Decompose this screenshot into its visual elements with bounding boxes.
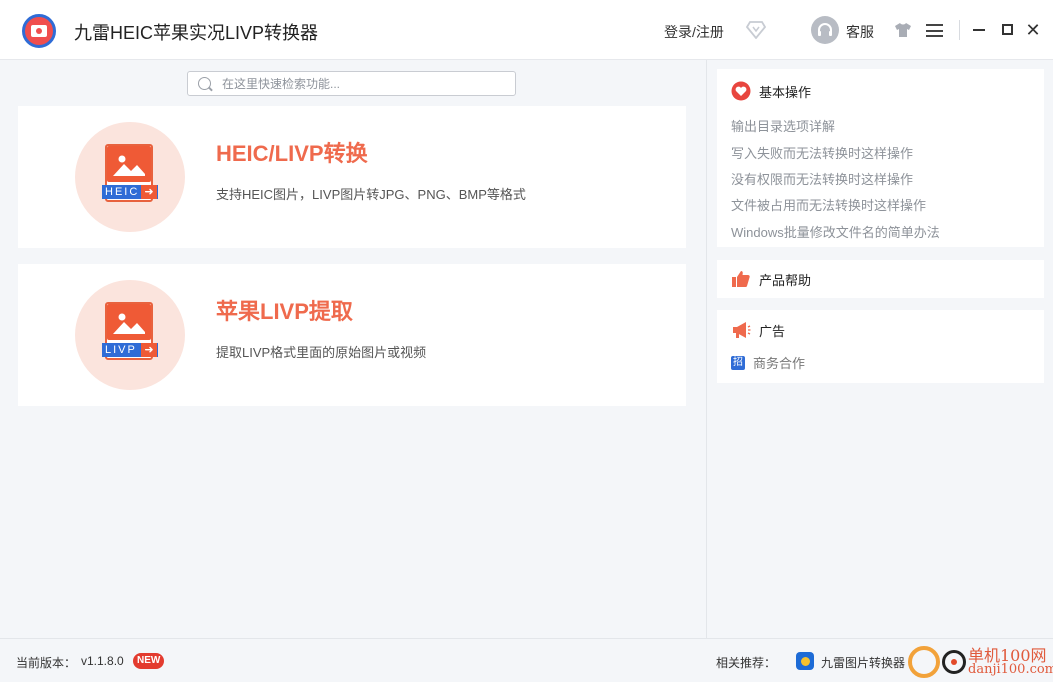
thumbs-up-icon (731, 269, 751, 289)
livp-extract-card[interactable]: LIVP ➜ 苹果LIVP提取 提取LIVP格式里面的原始图片或视频 (18, 264, 686, 406)
help-link[interactable]: 输出目录选项详解 (731, 116, 835, 135)
heart-icon (731, 81, 751, 101)
search-box[interactable] (187, 71, 516, 96)
card-title: 苹果LIVP提取 (216, 299, 353, 324)
recommend-label: 相关推荐： (716, 656, 777, 670)
search-icon (198, 77, 211, 90)
status-bar: 当前版本： v1.1.8.0 NEW 相关推荐： 九雷图片转换器 (0, 638, 1053, 682)
app-title: 九雷HEIC苹果实况LIVP转换器 (74, 23, 319, 43)
panel-title: 基本操作 (759, 84, 812, 100)
livp-extract-icon: LIVP ➜ (75, 280, 185, 390)
vip-diamond-icon[interactable] (745, 21, 767, 40)
help-link[interactable]: 写入失败而无法转换时这样操作 (731, 143, 913, 162)
login-register-link[interactable]: 登录/注册 (664, 22, 724, 42)
panel-title: 广告 (759, 323, 786, 339)
headset-icon[interactable] (811, 16, 839, 44)
recommend-link[interactable]: 九雷图片转换器 (821, 654, 905, 671)
panel-title: 产品帮助 (759, 272, 812, 288)
heic-convert-icon: HEIC ➜ (75, 122, 185, 232)
basic-operations-panel: 基本操作 输出目录选项详解 写入失败而无法转换时这样操作 没有权限而无法转换时这… (717, 69, 1044, 247)
panel-divider (706, 60, 707, 638)
card-description: 提取LIVP格式里面的原始图片或视频 (216, 345, 427, 360)
maximize-icon[interactable] (1002, 24, 1013, 35)
app-logo-icon (22, 14, 56, 48)
watermark: 单机100网 danji100.com (906, 640, 1053, 682)
titlebar-divider (959, 20, 960, 40)
card-title: HEIC/LIVP转换 (216, 141, 368, 166)
image-converter-app-icon[interactable] (796, 652, 814, 670)
customer-service-label[interactable]: 客服 (846, 22, 874, 42)
new-badge: NEW (133, 653, 165, 669)
help-link[interactable]: 没有权限而无法转换时这样操作 (731, 169, 913, 188)
menu-icon[interactable] (926, 24, 943, 37)
help-link[interactable]: Windows批量修改文件名的简单办法 (731, 222, 940, 241)
recruit-icon: 招 (731, 355, 745, 370)
ads-panel: 广告 招 商务合作 (717, 310, 1044, 383)
search-input[interactable] (222, 75, 507, 93)
title-bar: 九雷HEIC苹果实况LIVP转换器 登录/注册 客服 ✕ (0, 0, 1053, 60)
version-label: 当前版本： (16, 656, 77, 670)
version-value: v1.1.8.0 (81, 654, 124, 668)
product-help-panel[interactable]: 产品帮助 (717, 260, 1044, 298)
megaphone-icon (731, 320, 751, 340)
help-link[interactable]: 文件被占用而无法转换时这样操作 (731, 195, 926, 214)
business-cooperation-link[interactable]: 招 商务合作 (731, 353, 805, 372)
minimize-icon[interactable] (973, 29, 985, 31)
close-icon[interactable]: ✕ (1024, 20, 1042, 40)
card-description: 支持HEIC图片，LIVP图片转JPG、PNG、BMP等格式 (216, 187, 526, 202)
heic-livp-convert-card[interactable]: HEIC ➜ HEIC/LIVP转换 支持HEIC图片，LIVP图片转JPG、P… (18, 106, 686, 248)
skin-icon[interactable] (894, 22, 912, 38)
